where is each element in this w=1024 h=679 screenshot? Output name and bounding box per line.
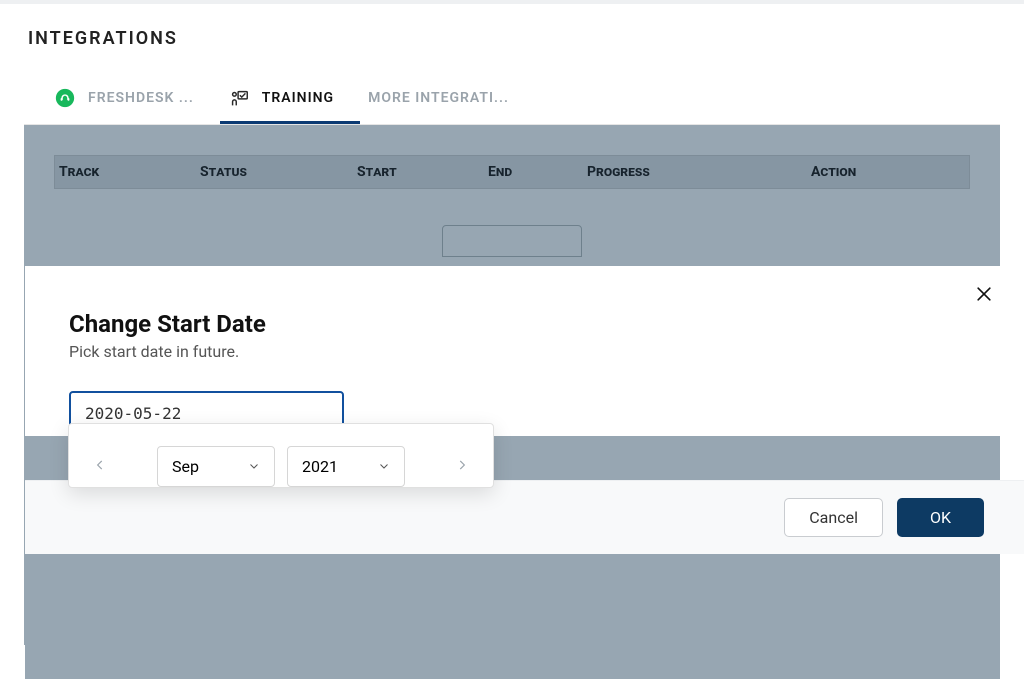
training-icon [228,87,250,109]
modal-footer: Cancel OK [25,480,1024,554]
modal: Change Start Date Pick start date in fut… [25,266,1024,436]
chevron-down-icon [378,457,390,476]
table-header: Track Status Start End Progress Action [54,155,970,189]
datepicker: Sep 2021 [68,423,494,488]
modal-subtitle: Pick start date in future. [69,342,980,361]
year-value: 2021 [302,457,338,476]
prev-month-button[interactable] [87,453,113,480]
th-status: Status [196,164,353,180]
page-title: INTEGRATIONS [0,4,1024,59]
close-icon[interactable] [974,284,994,308]
ok-button[interactable]: OK [897,498,984,537]
year-select[interactable]: 2021 [287,446,405,487]
month-value: Sep [172,457,199,476]
next-month-button[interactable] [449,453,475,480]
tabs: FRESHDESK ... TRAINING MORE INTEGRATI... [24,59,1000,125]
tab-freshdesk[interactable]: FRESHDESK ... [46,87,220,124]
th-progress: Progress [583,164,807,180]
tab-label: FRESHDESK ... [88,90,194,106]
datepicker-selects: Sep 2021 [157,446,405,487]
th-end: End [484,164,583,180]
freshdesk-icon [54,87,76,109]
page-root: INTEGRATIONS FRESHDESK ... TRAINING MORE… [0,0,1024,679]
th-track: Track [55,164,196,180]
tab-more-integrations[interactable]: MORE INTEGRATI... [360,87,535,124]
tab-training[interactable]: TRAINING [220,87,360,124]
tab-label: TRAINING [262,90,334,106]
tab-label: MORE INTEGRATI... [368,90,509,106]
th-action: Action [807,164,969,180]
chevron-down-icon [248,457,260,476]
cancel-button[interactable]: Cancel [784,498,883,537]
hidden-button-outline [442,225,582,257]
panel-lower [25,554,1000,679]
th-start: Start [353,164,484,180]
modal-title: Change Start Date [69,310,980,338]
month-select[interactable]: Sep [157,446,275,487]
